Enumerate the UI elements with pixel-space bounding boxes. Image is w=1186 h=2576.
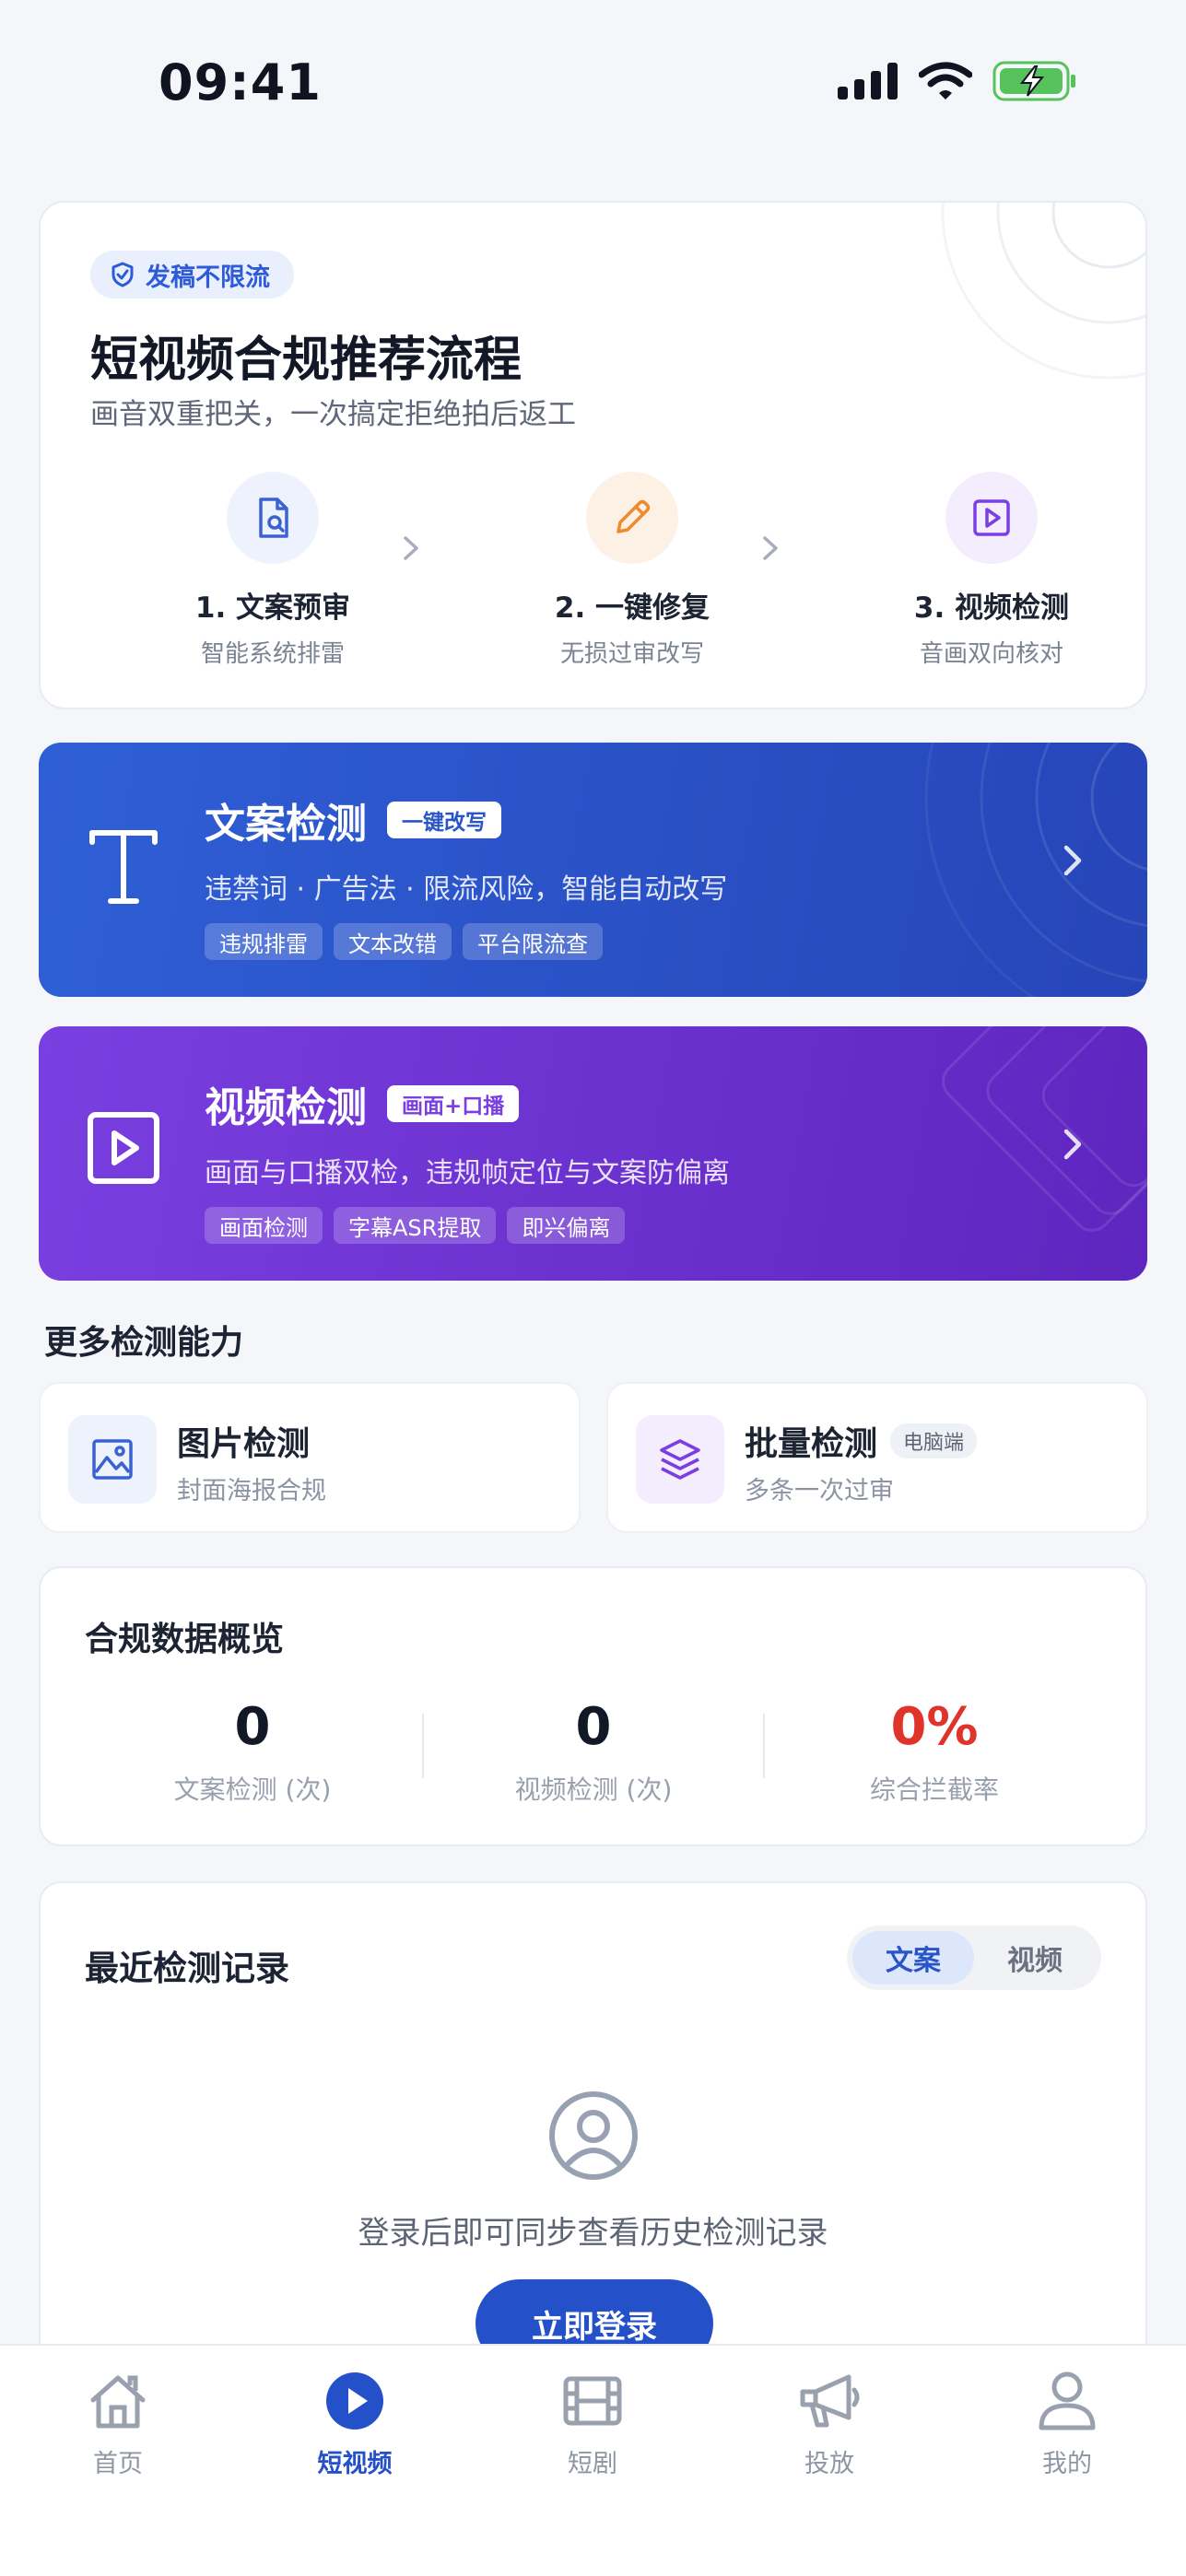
desktop-tag: 电脑端 [890,1423,978,1458]
status-bar: 09:41 [0,0,1186,175]
text-check-title: 文案检测 [205,801,367,848]
wifi-icon [919,62,972,100]
user-icon [1039,2371,1096,2430]
flow-subtitle: 画音双重把关，一次搞定拒绝拍后返工 [90,398,576,431]
batch-check-desc: 多条一次过审 [745,1477,894,1505]
flow-step-3: 3. 视频检测 音画双向核对 [872,472,1111,669]
stats-title: 合规数据概览 [85,1621,285,1658]
video-check-card[interactable]: 视频检测 画面+口播 画面与口播双检，违规帧定位与文案防偏离 画面检测 字幕AS… [39,1026,1147,1281]
tab-text-records[interactable]: 文案 [852,1931,974,1985]
chevron-right-icon [1063,845,1082,876]
video-check-chips: 画面检测 字幕ASR提取 即兴偏离 [205,1207,1034,1244]
stats-card: 合规数据概览 0 文案检测 (次) 0 视频检测 (次) 0% 综合拦截率 [39,1566,1147,1846]
chip: 文本改错 [334,923,452,960]
megaphone-icon [800,2374,860,2428]
cellular-signal-icon [838,63,898,100]
tab-label: 我的 [1042,2450,1092,2478]
play-square-icon [88,1112,159,1184]
document-search-icon [227,472,319,564]
text-check-desc: 违禁词 · 广告法 · 限流风险，智能自动改写 [205,873,728,906]
tab-promotion[interactable]: 投放 [737,2368,922,2479]
film-icon [563,2376,622,2426]
video-check-desc: 画面与口播双检，违规帧定位与文案防偏离 [205,1157,730,1189]
stat-label: 视频检测 (次) [514,1774,673,1805]
chevron-right-icon [763,536,778,560]
stat-label: 综合拦截率 [869,1774,999,1805]
play-circle-icon [326,2372,383,2430]
video-check-title: 视频检测 [205,1084,367,1131]
chevron-right-icon [1063,1129,1082,1160]
image-icon [68,1415,157,1504]
text-check-content: 文案检测 一键改写 违禁词 · 广告法 · 限流风险，智能自动改写 违规排雷 文… [205,790,1034,960]
compliance-flow-card: 发稿不限流 短视频合规推荐流程 画音双重把关，一次搞定拒绝拍后返工 1. 文案预… [39,201,1147,709]
chevron-right-icon [404,536,418,560]
stat-label: 文案检测 (次) [173,1774,332,1805]
chip: 平台限流查 [463,923,603,960]
text-t-icon [89,830,158,904]
flow-step-desc: 音画双向核对 [919,640,1063,668]
stat-video-checks: 0 视频检测 (次) [423,1697,764,1807]
decorative-rings [941,203,1145,380]
batch-check-title: 批量检测 电脑端 [745,1417,978,1465]
tab-video-records[interactable]: 视频 [974,1931,1096,1985]
pencil-icon [586,472,678,564]
flow-step-desc: 无损过审改写 [559,640,704,668]
tab-label: 短剧 [568,2450,617,2478]
tab-profile[interactable]: 我的 [975,2368,1159,2479]
image-check-title-text: 图片检测 [177,1425,311,1463]
user-circle-icon [549,2091,638,2180]
batch-check-card[interactable]: 批量检测 电脑端 多条一次过审 [606,1382,1148,1533]
flow-title: 短视频合规推荐流程 [90,333,523,388]
play-square-icon [945,472,1038,564]
empty-records-text: 登录后即可同步查看历史检测记录 [358,2215,828,2252]
tab-short-video[interactable]: 短视频 [263,2368,447,2479]
flow-badge: 发稿不限流 [90,251,294,299]
stat-text-checks: 0 文案检测 (次) [82,1697,423,1807]
stat-value: 0% [890,1697,979,1757]
image-check-card[interactable]: 图片检测 封面海报合规 [39,1382,581,1533]
chip: 字幕ASR提取 [334,1207,497,1244]
stat-value: 0 [575,1697,612,1757]
tab-label: 投放 [804,2450,854,2478]
status-icons [838,61,1077,101]
image-check-desc: 封面海报合规 [177,1477,326,1505]
flow-step-1: 1. 文案预审 智能系统排雷 [153,472,393,669]
chip: 画面检测 [205,1207,323,1244]
text-check-tag: 一键改写 [387,802,501,838]
records-title: 最近检测记录 [85,1949,289,1988]
text-check-card[interactable]: 文案检测 一键改写 违禁词 · 广告法 · 限流风险，智能自动改写 违规排雷 文… [39,743,1147,997]
layers-icon [636,1415,724,1504]
flow-step-2: 2. 一键修复 无损过审改写 [512,472,752,669]
stat-interception-rate: 0% 综合拦截率 [764,1697,1105,1807]
tab-short-drama[interactable]: 短剧 [500,2368,685,2479]
chip: 即兴偏离 [507,1207,626,1244]
tab-label: 短视频 [317,2450,393,2478]
stat-value: 0 [234,1697,271,1757]
flow-step-name: 1. 文案预审 [194,591,351,625]
flow-step-name: 3. 视频检测 [913,591,1070,625]
batch-check-title-text: 批量检测 [745,1425,878,1463]
chip: 违规排雷 [205,923,323,960]
status-time: 09:41 [159,53,322,111]
flow-step-desc: 智能系统排雷 [200,640,345,668]
battery-charging-icon [992,61,1075,101]
tab-home[interactable]: 首页 [26,2368,210,2479]
records-segmented-control: 文案 视频 [847,1926,1101,1990]
video-check-tag: 画面+口播 [387,1085,520,1122]
image-check-title: 图片检测 [177,1417,310,1465]
more-heading: 更多检测能力 [44,1324,244,1362]
flow-step-name: 2. 一键修复 [554,591,710,625]
text-check-chips: 违规排雷 文本改错 平台限流查 [205,923,1034,960]
shield-check-icon [112,262,134,287]
flow-badge-label: 发稿不限流 [146,263,270,292]
bottom-tab-bar: 首页 短视频 短剧 投放 我的 [0,2344,1186,2576]
home-icon [90,2375,146,2429]
tab-label: 首页 [93,2450,143,2478]
video-check-content: 视频检测 画面+口播 画面与口播双检，违规帧定位与文案防偏离 画面检测 字幕AS… [205,1074,1034,1244]
